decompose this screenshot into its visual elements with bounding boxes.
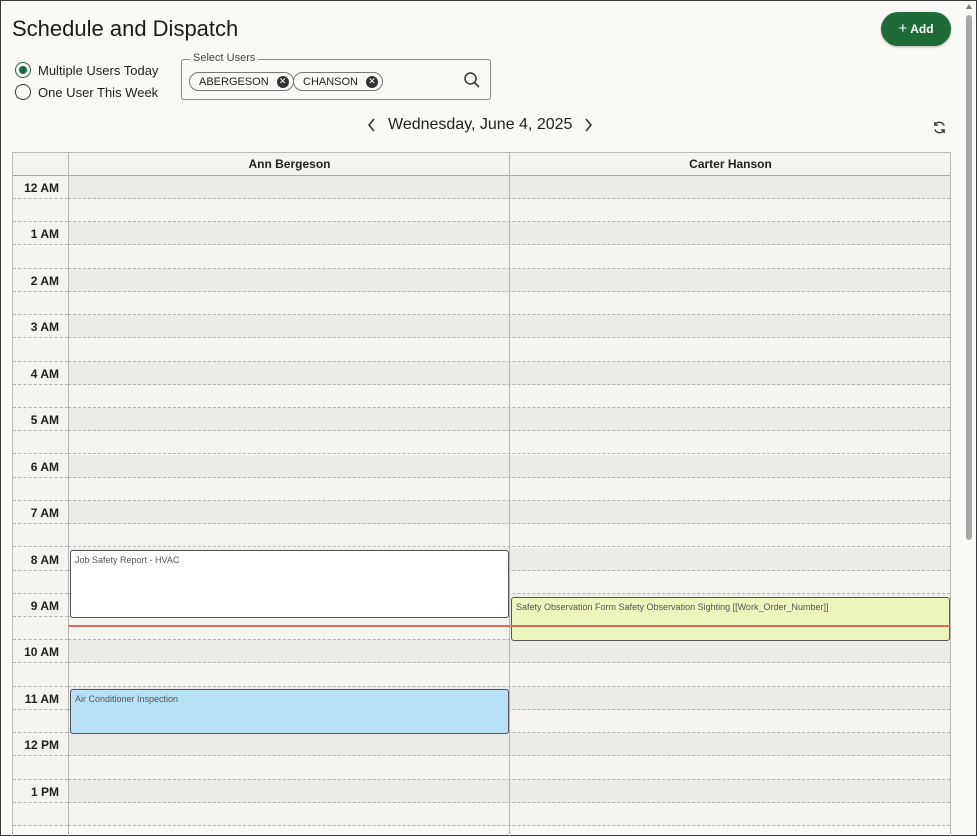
time-slot-label-cell <box>13 524 68 548</box>
time-slot-label-cell <box>13 292 68 316</box>
view-option-multiple-users[interactable]: Multiple Users Today <box>15 62 158 78</box>
column-divider <box>509 153 510 836</box>
user-chip: CHANSON ✕ <box>293 72 384 91</box>
scroll-up-arrow-icon[interactable] <box>966 4 972 9</box>
calendar-event[interactable]: Air Conditioner Inspection <box>70 689 509 734</box>
view-option-label: Multiple Users Today <box>38 62 159 78</box>
radio-unselected[interactable] <box>15 84 31 100</box>
hour-label: 11 AM <box>24 691 59 706</box>
time-slot-label-cell <box>13 802 68 826</box>
hour-label: 1 PM <box>30 784 59 799</box>
time-slot-label-cell <box>13 245 68 269</box>
radio-selected[interactable] <box>15 62 31 78</box>
hour-label: 10 AM <box>24 645 59 660</box>
hour-label: 7 AM <box>30 506 59 521</box>
time-slot-label-cell <box>13 756 68 780</box>
add-button-label: Add <box>910 22 934 36</box>
remove-chip-icon[interactable]: ✕ <box>366 75 379 88</box>
hour-label: 1 AM <box>30 227 59 242</box>
time-slot-label-cell <box>13 710 68 734</box>
hour-label: 9 AM <box>30 598 59 613</box>
hour-label: 5 AM <box>30 413 59 428</box>
hour-label: 3 AM <box>30 320 59 335</box>
hour-label: 12 AM <box>24 181 59 195</box>
hour-label: 6 AM <box>30 459 59 474</box>
time-slot-label-cell <box>13 570 68 594</box>
time-slot-label-cell <box>13 384 68 408</box>
select-users-legend: Select Users <box>190 52 259 64</box>
hour-label: 2 AM <box>30 273 59 288</box>
date-navigator: Wednesday, June 4, 2025 <box>366 116 594 134</box>
time-slot-label-cell <box>13 663 68 687</box>
hour-label: 12 PM <box>24 738 59 753</box>
calendar-event-title: Air Conditioner Inspection <box>75 694 179 704</box>
column-header: Carter Hanson <box>689 157 772 171</box>
refresh-icon[interactable] <box>932 120 947 140</box>
previous-day-chevron-icon[interactable] <box>366 117 378 133</box>
time-slot-label-cell <box>13 617 68 641</box>
column-header: Ann Bergeson <box>248 157 331 171</box>
page-title: Schedule and Dispatch <box>12 16 239 41</box>
next-day-chevron-icon[interactable] <box>582 117 594 133</box>
schedule-grid: Ann Bergeson Carter Hanson 12 AM 1 AM 2 AM… <box>12 152 951 836</box>
current-date: Wednesday, June 4, 2025 <box>388 116 573 133</box>
calendar-event[interactable]: Job Safety Report - HVAC <box>70 550 509 618</box>
search-icon[interactable] <box>463 71 481 94</box>
hour-label: 4 AM <box>30 366 59 381</box>
calendar-event-title: Job Safety Report - HVAC <box>75 555 180 565</box>
time-slot-label-cell <box>13 431 68 455</box>
plus-icon: + <box>898 20 908 37</box>
hour-label: 8 AM <box>30 552 59 567</box>
calendar-event-title: Safety Observation Form Safety Observati… <box>516 602 829 612</box>
time-slot-label-cell <box>13 338 68 362</box>
time-slot-label-cell <box>13 477 68 501</box>
calendar-event[interactable]: Safety Observation Form Safety Observati… <box>511 597 950 641</box>
user-chip-label: CHANSON <box>303 75 359 88</box>
time-slot-label-cell <box>13 199 68 223</box>
view-option-one-user[interactable]: One User This Week <box>15 84 158 100</box>
add-button[interactable]: + Add <box>881 12 951 46</box>
current-time-line <box>69 625 950 627</box>
remove-chip-icon[interactable]: ✕ <box>276 75 289 88</box>
user-chip-label: ABERGESON <box>199 75 269 88</box>
select-users-field[interactable]: Select Users ABERGESON ✕ CHANSON ✕ <box>181 52 491 100</box>
view-option-label: One User This Week <box>38 84 159 100</box>
column-divider <box>68 153 69 836</box>
column-header-row: Ann Bergeson Carter Hanson <box>13 153 950 176</box>
user-chip: ABERGESON ✕ <box>189 72 294 91</box>
scrollbar-thumb[interactable] <box>966 15 972 540</box>
